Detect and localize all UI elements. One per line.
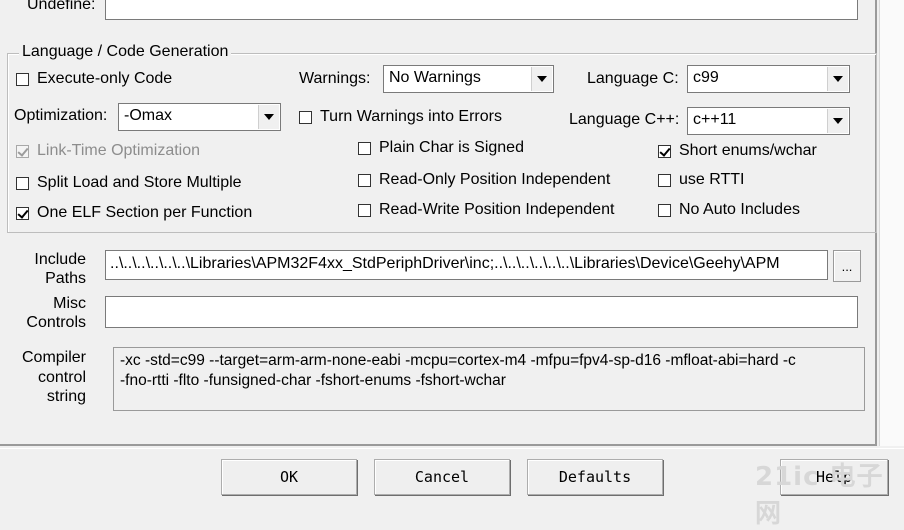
rtti-checkbox[interactable]: use RTTI xyxy=(658,171,745,189)
checkmark-icon xyxy=(659,144,671,157)
plain-char-checkbox[interactable]: Plain Char is Signed xyxy=(358,139,524,157)
language-c-dropdown-button[interactable] xyxy=(827,67,848,91)
undefine-label: Undefine: xyxy=(27,0,96,13)
defaults-button[interactable]: Defaults xyxy=(527,459,663,495)
one-elf-checkbox[interactable]: One ELF Section per Function xyxy=(16,204,252,222)
chevron-down-icon xyxy=(833,118,843,124)
rwpi-box[interactable] xyxy=(358,203,371,217)
lto-checkbox[interactable]: Link-Time Optimization xyxy=(16,142,200,160)
language-cpp-dropdown-button[interactable] xyxy=(827,109,848,133)
short-enums-label: Short enums/wchar xyxy=(679,142,817,159)
rwpi-label: Read-Write Position Independent xyxy=(379,201,615,218)
optimization-value: -Omax xyxy=(124,107,172,124)
ok-button[interactable]: OK xyxy=(221,459,357,495)
include-label-line1: Include xyxy=(34,251,86,268)
no-auto-includes-checkbox[interactable]: No Auto Includes xyxy=(658,201,800,219)
misc-controls-field[interactable] xyxy=(105,296,858,328)
warnings-dropdown-button[interactable] xyxy=(531,67,552,91)
undefine-field[interactable] xyxy=(105,0,858,20)
scroll-strip xyxy=(879,0,904,446)
language-cpp-value: c++11 xyxy=(693,111,737,128)
no-auto-includes-box[interactable] xyxy=(658,203,671,217)
lto-label: Link-Time Optimization xyxy=(37,142,201,159)
optimization-label: Optimization: xyxy=(14,107,108,124)
language-c-value: c99 xyxy=(693,69,719,86)
execute-only-label: Execute-only Code xyxy=(37,70,173,87)
short-enums-checkbox[interactable]: Short enums/wchar xyxy=(658,142,817,160)
include-label-line2: Paths xyxy=(45,270,86,287)
compiler-control-string: -xc -std=c99 --target=arm-arm-none-eabi … xyxy=(113,347,865,411)
turn-warnings-label: Turn Warnings into Errors xyxy=(320,108,502,125)
rtti-label: use RTTI xyxy=(679,171,745,188)
checkmark-icon xyxy=(17,144,29,157)
ropi-box[interactable] xyxy=(358,173,371,187)
misc-controls-label: Misc Controls xyxy=(20,294,86,332)
chevron-down-icon xyxy=(264,114,274,120)
execute-only-checkbox[interactable]: Execute-only Code xyxy=(16,70,172,88)
execute-only-box[interactable] xyxy=(16,72,29,86)
warnings-value: No Warnings xyxy=(389,69,481,86)
split-load-checkbox[interactable]: Split Load and Store Multiple xyxy=(16,174,242,192)
language-cpp-label: Language C++: xyxy=(569,111,680,128)
one-elf-box[interactable] xyxy=(16,206,29,220)
include-browse-button[interactable]: ... xyxy=(833,250,861,282)
plain-char-box[interactable] xyxy=(358,141,371,155)
one-elf-label: One ELF Section per Function xyxy=(37,204,253,221)
compiler-label-line3: string xyxy=(46,388,86,405)
warnings-label: Warnings: xyxy=(299,70,371,87)
checkmark-icon xyxy=(17,206,29,219)
include-paths-label: Include Paths xyxy=(20,250,86,288)
rtti-box[interactable] xyxy=(658,173,671,187)
compiler-label-line2: control xyxy=(37,368,86,386)
chevron-down-icon xyxy=(833,76,843,82)
plain-char-label: Plain Char is Signed xyxy=(379,139,524,156)
language-c-select[interactable]: c99 xyxy=(687,65,850,93)
misc-label-line1: Misc xyxy=(53,295,86,312)
optimization-dropdown-button[interactable] xyxy=(258,105,279,129)
short-enums-box[interactable] xyxy=(658,144,671,158)
optimization-select[interactable]: -Omax xyxy=(118,103,281,131)
split-load-box[interactable] xyxy=(16,176,29,190)
chevron-down-icon xyxy=(537,76,547,82)
rwpi-checkbox[interactable]: Read-Write Position Independent xyxy=(358,201,614,219)
misc-label-line2: Controls xyxy=(26,314,86,331)
no-auto-includes-label: No Auto Includes xyxy=(679,201,800,218)
ropi-checkbox[interactable]: Read-Only Position Independent xyxy=(358,171,610,189)
language-cpp-select[interactable]: c++11 xyxy=(687,107,850,135)
compiler-string-line2: -fno-rtti -flto -funsigned-char -fshort-… xyxy=(120,372,506,389)
lto-box[interactable] xyxy=(16,144,29,158)
cancel-button[interactable]: Cancel xyxy=(374,459,510,495)
compiler-string-line1: -xc -std=c99 --target=arm-arm-none-eabi … xyxy=(120,352,796,369)
turn-warnings-checkbox[interactable]: Turn Warnings into Errors xyxy=(299,108,502,126)
ropi-label: Read-Only Position Independent xyxy=(379,171,611,188)
warnings-select[interactable]: No Warnings xyxy=(383,65,554,93)
watermark-logo: 21ic 电子网 xyxy=(755,462,884,529)
split-load-label: Split Load and Store Multiple xyxy=(37,174,242,191)
compiler-control-label: Compiler control string xyxy=(18,348,86,407)
language-c-label: Language C: xyxy=(587,70,679,87)
language-group-title: Language / Code Generation xyxy=(19,43,232,61)
compiler-label-line1: Compiler xyxy=(21,349,86,366)
turn-warnings-box[interactable] xyxy=(299,110,312,124)
include-paths-field[interactable]: ..\..\..\..\..\..\Libraries\APM32F4xx_St… xyxy=(105,250,828,280)
